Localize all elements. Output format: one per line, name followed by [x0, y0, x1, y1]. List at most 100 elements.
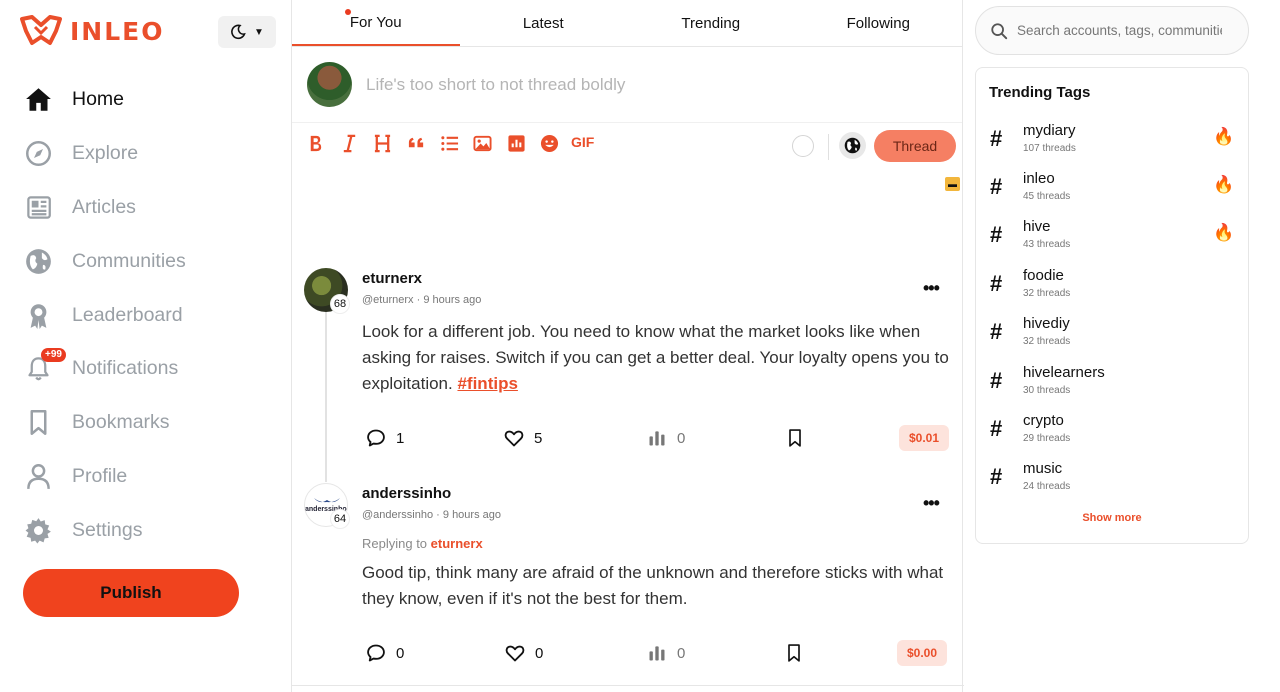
like-button[interactable]: 0: [505, 643, 543, 663]
bookmark-icon: [788, 644, 800, 662]
trending-title: Trending Tags: [989, 84, 1091, 101]
tag-count: 43 threads: [1023, 239, 1071, 250]
sidebar-item-communities[interactable]: Communities: [24, 234, 274, 288]
author-name[interactable]: eturnerx: [362, 270, 422, 287]
notifications-badge: +99: [41, 347, 66, 362]
show-more-link[interactable]: Show more: [976, 512, 1248, 524]
trending-tag-row[interactable]: # mydiary 107 threads 🔥: [976, 121, 1248, 165]
list-icon[interactable]: [440, 134, 459, 153]
hashtag-icon: #: [990, 271, 1003, 296]
bookmark-icon: [789, 429, 801, 447]
author-handle[interactable]: @eturnerx: [362, 294, 414, 306]
image-icon[interactable]: [473, 134, 492, 153]
sidebar-item-notifications[interactable]: +99 Notifications: [24, 342, 274, 396]
tag-count: 107 threads: [1023, 143, 1076, 154]
tag-count: 32 threads: [1023, 336, 1071, 347]
heart-icon: [505, 645, 525, 662]
emoji-sticker-icon[interactable]: ▬: [945, 177, 960, 191]
tab-label: Trending: [681, 14, 741, 32]
like-count: 0: [535, 644, 544, 662]
tag-count: 24 threads: [1023, 481, 1071, 492]
trending-tag-row[interactable]: # foodie 32 threads: [976, 266, 1248, 310]
hashtag-icon: #: [990, 416, 1003, 441]
fire-icon: 🔥: [1213, 223, 1235, 242]
current-user-avatar[interactable]: [307, 62, 352, 107]
tag-name: crypto: [1023, 412, 1064, 429]
post-time: 9 hours ago: [423, 294, 482, 306]
tab-latest[interactable]: Latest: [460, 0, 628, 46]
search-bar: [975, 6, 1249, 55]
gif-button[interactable]: GIF: [571, 134, 594, 150]
bookmark-button[interactable]: [785, 428, 805, 448]
bar-chart-icon: [649, 646, 665, 661]
search-input[interactable]: [1017, 23, 1222, 38]
trending-tag-row[interactable]: # music 24 threads: [976, 459, 1248, 503]
payout-badge[interactable]: $0.00: [897, 640, 947, 666]
post-meta: @eturnerx · 9 hours ago: [362, 294, 482, 306]
reputation-badge: 64: [330, 509, 350, 529]
award-icon: [24, 301, 52, 329]
composer-input[interactable]: Life's too short to not thread boldly: [366, 75, 625, 95]
comment-button[interactable]: 1: [366, 428, 404, 448]
comment-button[interactable]: 0: [366, 643, 404, 663]
sidebar-item-explore[interactable]: Explore: [24, 127, 274, 181]
thread-submit-button[interactable]: Thread: [874, 130, 956, 162]
author-name[interactable]: anderssinho: [362, 485, 451, 502]
tab-label: Following: [846, 14, 910, 32]
heading-icon[interactable]: [373, 134, 392, 153]
sidebar-item-profile[interactable]: Profile: [24, 450, 274, 504]
tag-name: foodie: [1023, 267, 1064, 284]
trending-tag-row[interactable]: # hive 43 threads 🔥: [976, 217, 1248, 261]
sidebar-item-home[interactable]: Home: [24, 73, 274, 127]
bell-icon: +99: [24, 347, 66, 383]
left-sidebar: INLEO ▼ Home Explore Articles Communitie…: [0, 0, 291, 692]
more-options-icon[interactable]: •••: [923, 278, 940, 299]
post-body: Good tip, think many are afraid of the u…: [362, 563, 944, 608]
bookmark-button[interactable]: [784, 643, 804, 663]
views-stat: 0: [647, 643, 685, 663]
brand-name: INLEO: [70, 16, 165, 46]
author-handle[interactable]: @anderssinho: [362, 509, 433, 521]
views-stat: 0: [647, 428, 685, 448]
tab-trending[interactable]: Trending: [627, 0, 795, 46]
hashtag-icon: #: [990, 174, 1003, 199]
community-picker-button[interactable]: [839, 132, 866, 159]
thread-composer: Life's too short to not thread boldly: [292, 47, 962, 123]
toolbar-divider: [828, 134, 829, 160]
view-count: 0: [677, 429, 686, 447]
tag-name: mydiary: [1023, 122, 1076, 139]
poll-icon[interactable]: [507, 134, 526, 153]
composer-toolbar: GIF Thread: [292, 124, 964, 168]
payout-badge[interactable]: $0.01: [899, 425, 949, 451]
trending-tag-row[interactable]: # inleo 45 threads 🔥: [976, 169, 1248, 213]
inleo-logo[interactable]: INLEO: [20, 15, 165, 47]
sidebar-item-settings[interactable]: Settings: [24, 503, 274, 557]
tab-label: Latest: [522, 14, 564, 32]
unread-dot: [345, 9, 351, 15]
hashtag-link[interactable]: #fintips: [457, 374, 517, 393]
quote-icon[interactable]: [407, 134, 426, 153]
trending-tag-row[interactable]: # hivelearners 30 threads: [976, 363, 1248, 407]
hashtag-icon: #: [990, 222, 1003, 247]
bold-icon[interactable]: [306, 134, 325, 153]
italic-icon[interactable]: [340, 134, 359, 153]
tab-for-you[interactable]: For You: [292, 0, 460, 46]
trending-tag-row[interactable]: # crypto 29 threads: [976, 411, 1248, 455]
sidebar-item-label: Explore: [72, 142, 139, 165]
sidebar-item-articles[interactable]: Articles: [24, 181, 274, 235]
tag-name: hive: [1023, 218, 1051, 235]
more-options-icon[interactable]: •••: [923, 493, 940, 514]
sidebar-item-leaderboard[interactable]: Leaderboard: [24, 288, 274, 342]
bird-logo-icon: [314, 498, 340, 503]
sidebar-item-label: Communities: [72, 249, 186, 272]
theme-toggle-button[interactable]: ▼: [218, 16, 276, 48]
comment-count: 1: [396, 429, 405, 447]
trending-tag-row[interactable]: # hivediy 32 threads: [976, 314, 1248, 358]
sidebar-item-bookmarks[interactable]: Bookmarks: [24, 396, 274, 450]
emoji-icon[interactable]: [540, 134, 559, 153]
like-button[interactable]: 5: [504, 428, 542, 448]
replying-to-link[interactable]: eturnerx: [431, 536, 483, 551]
publish-button[interactable]: Publish: [23, 569, 239, 617]
char-limit-indicator: [792, 135, 814, 157]
tab-following[interactable]: Following: [795, 0, 963, 46]
